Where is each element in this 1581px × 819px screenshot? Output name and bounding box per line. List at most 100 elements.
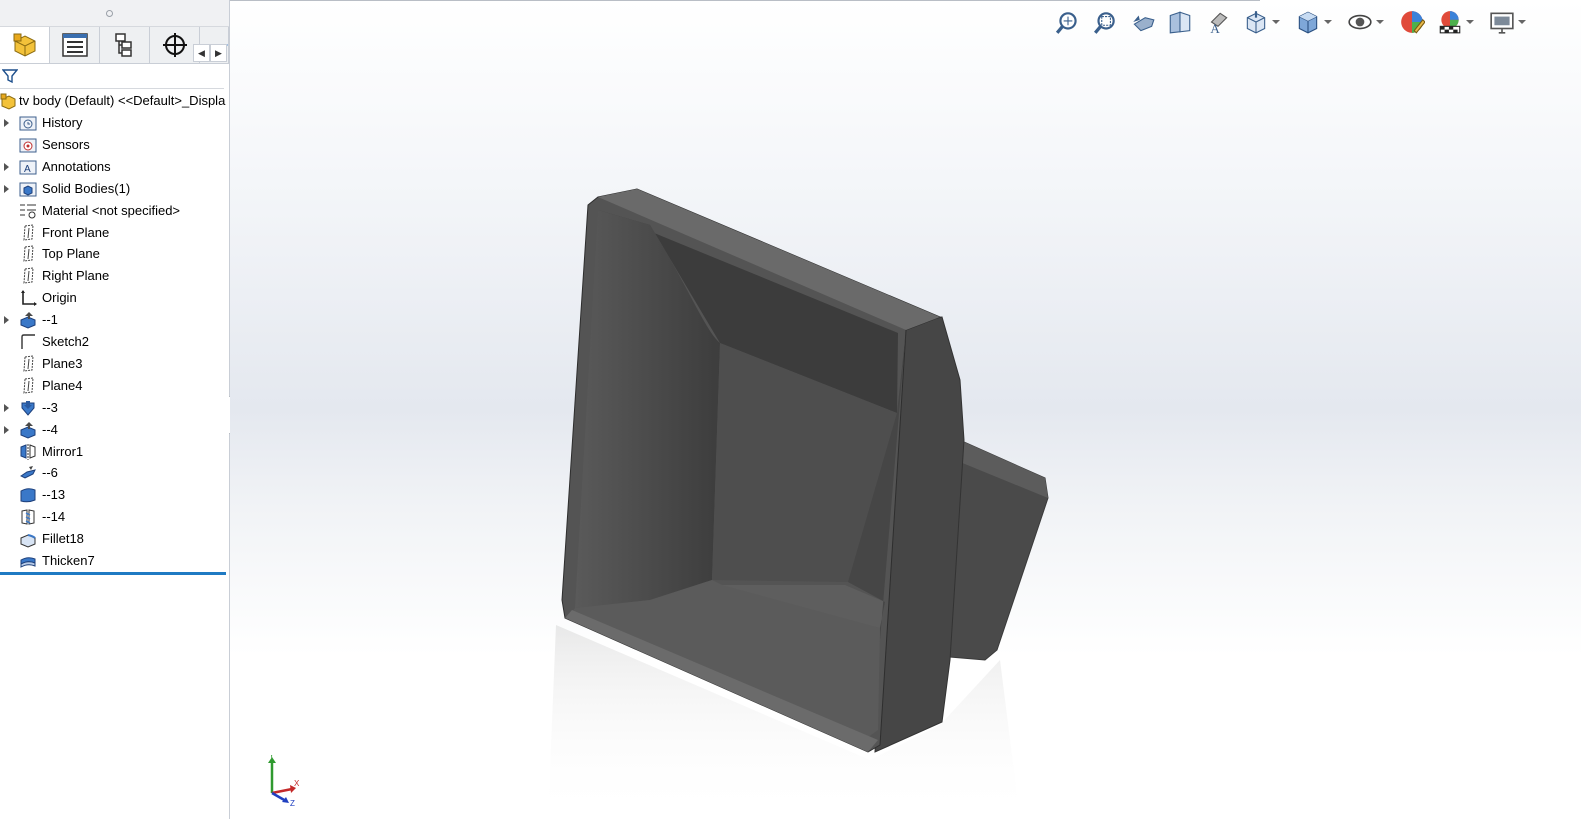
section-view-icon xyxy=(1169,11,1191,34)
hud-apply-scene-button[interactable] xyxy=(1434,4,1466,40)
hud-edit-appearance-button[interactable] xyxy=(1396,4,1428,40)
plane-icon xyxy=(23,245,34,262)
tree-item[interactable]: Plane3 xyxy=(0,353,229,375)
tree-item-label: --13 xyxy=(42,487,66,503)
featuremanager-tree-icon xyxy=(13,33,35,57)
expand-arrow-icon[interactable] xyxy=(4,403,9,412)
svg-text:A: A xyxy=(24,164,31,175)
tree-item-label: Thicken7 xyxy=(42,553,95,568)
tree-item[interactable]: Solid Bodies(1) xyxy=(0,178,229,200)
tree-item-label: Mirror1 xyxy=(42,443,84,459)
part-icon xyxy=(0,93,16,110)
hud-display-style-button[interactable] xyxy=(1292,4,1324,40)
tree-item-label: Front Plane xyxy=(42,224,110,240)
plane-icon xyxy=(23,223,34,241)
chevron-down-icon[interactable] xyxy=(1324,20,1332,24)
view-orientation-icon xyxy=(1246,11,1266,34)
expand-arrow-icon[interactable] xyxy=(4,425,9,434)
tree-item-label: --3 xyxy=(42,399,58,415)
tree-item[interactable]: Origin xyxy=(0,287,229,309)
triad-x-label: X xyxy=(294,779,300,788)
zoom-to-area-icon xyxy=(1094,12,1115,34)
tab-scroll-left[interactable]: ◀ xyxy=(193,44,210,62)
tree-item[interactable]: --6 xyxy=(0,462,229,484)
surface-icon xyxy=(20,488,36,503)
hud-zoom-to-area-button[interactable] xyxy=(1089,4,1121,40)
plane-icon xyxy=(23,377,34,394)
tree-item[interactable]: Mirror1 xyxy=(0,441,229,463)
rollback-bar[interactable] xyxy=(0,572,226,575)
tree-item-label: History xyxy=(42,115,83,130)
tree-root-part[interactable]: tv body (Default) <<Default>_Displa xyxy=(0,90,229,112)
tree-item-label: Top Plane xyxy=(42,246,100,262)
fillet-icon xyxy=(20,534,36,548)
tab-featuremanager[interactable] xyxy=(0,27,50,63)
graphics-area[interactable]: A Y X Z xyxy=(230,0,1581,819)
tab-propertymanager[interactable] xyxy=(50,27,100,63)
loft-icon xyxy=(20,466,36,479)
tree-item-label: --1 xyxy=(42,312,58,328)
boss-extrude-icon xyxy=(20,312,36,329)
hud-previous-view-button[interactable] xyxy=(1127,4,1159,40)
tree-item[interactable]: Plane4 xyxy=(0,375,229,397)
tree-item[interactable]: Right Plane xyxy=(0,265,229,287)
svg-text:A: A xyxy=(1210,21,1220,35)
hud-view-orientation-button[interactable] xyxy=(1240,4,1272,40)
tree-item-label: Sensors xyxy=(42,136,90,152)
hide-show-items-icon xyxy=(1348,14,1372,30)
solid-bodies-folder-icon xyxy=(19,182,37,197)
tree-item-label: --6 xyxy=(42,465,58,481)
hud-zoom-to-fit-button[interactable] xyxy=(1052,4,1084,40)
tree-item[interactable]: --14 xyxy=(0,506,229,528)
tree-item[interactable]: Top Plane xyxy=(0,243,229,265)
manager-tabbar: ◀ ▶ xyxy=(0,27,229,64)
tree-item[interactable]: History xyxy=(0,112,229,134)
tree-item-label: Material <not specified> xyxy=(42,202,181,218)
plane-icon xyxy=(23,267,34,284)
hud-dynamic-annotation-views-button[interactable]: A xyxy=(1202,4,1234,40)
hud-view-settings-button[interactable] xyxy=(1486,4,1518,40)
tree-item[interactable]: Sensors xyxy=(0,134,229,156)
tree-item[interactable]: --3 xyxy=(0,397,229,419)
tree-item[interactable]: Sketch2 xyxy=(0,331,229,353)
tree-item[interactable]: Fillet18 xyxy=(0,528,229,550)
tree-filter-row[interactable] xyxy=(0,64,224,89)
mirror-icon xyxy=(20,443,36,460)
boss-extrude-icon xyxy=(20,421,36,439)
tree-item[interactable]: --13 xyxy=(0,484,229,506)
model-3d-tv-body[interactable] xyxy=(230,0,1581,819)
hud-hide-show-items-button[interactable] xyxy=(1344,4,1376,40)
expand-arrow-icon[interactable] xyxy=(4,316,9,325)
tab-configurationmanager[interactable] xyxy=(100,27,150,63)
chevron-down-icon[interactable] xyxy=(1376,20,1384,24)
expand-arrow-icon[interactable] xyxy=(4,184,9,193)
panel-splitter-handle[interactable] xyxy=(0,0,229,27)
propertymanager-icon xyxy=(61,33,88,57)
tree-item-label: Annotations xyxy=(42,158,111,174)
chevron-down-icon[interactable] xyxy=(1272,20,1280,24)
chevron-down-icon[interactable] xyxy=(1466,20,1474,24)
cut-extrude-icon xyxy=(21,400,35,416)
tree-item-label: Plane3 xyxy=(42,355,83,371)
zoom-to-fit-icon xyxy=(1055,12,1077,34)
dynamic-annotation-views-icon: A xyxy=(1210,12,1228,35)
filter-icon[interactable] xyxy=(2,68,18,84)
tab-scroll-right[interactable]: ▶ xyxy=(210,44,227,62)
tree-item[interactable]: Front Plane xyxy=(0,222,229,244)
chevron-down-icon[interactable] xyxy=(1518,20,1526,24)
tree-item[interactable]: --4 xyxy=(0,419,229,441)
material-icon xyxy=(20,204,36,219)
tree-item-label: Fillet18 xyxy=(42,531,84,547)
triad-z-label: Z xyxy=(290,799,295,808)
tree-root-label: tv body (Default) <<Default>_Displa xyxy=(19,93,226,108)
hud-section-view-button[interactable] xyxy=(1164,4,1196,40)
tree-item-label: Sketch2 xyxy=(42,334,89,349)
expand-arrow-icon[interactable] xyxy=(4,162,9,171)
tree-item-label: Plane4 xyxy=(42,377,83,393)
tree-item[interactable]: Material <not specified> xyxy=(0,200,229,222)
tree-item[interactable]: --1 xyxy=(0,309,229,331)
expand-arrow-icon[interactable] xyxy=(4,119,9,127)
tree-item-label: --4 xyxy=(42,421,58,437)
tree-item[interactable]: Thicken7 xyxy=(0,550,229,572)
tree-item[interactable]: A Annotations xyxy=(0,156,229,178)
